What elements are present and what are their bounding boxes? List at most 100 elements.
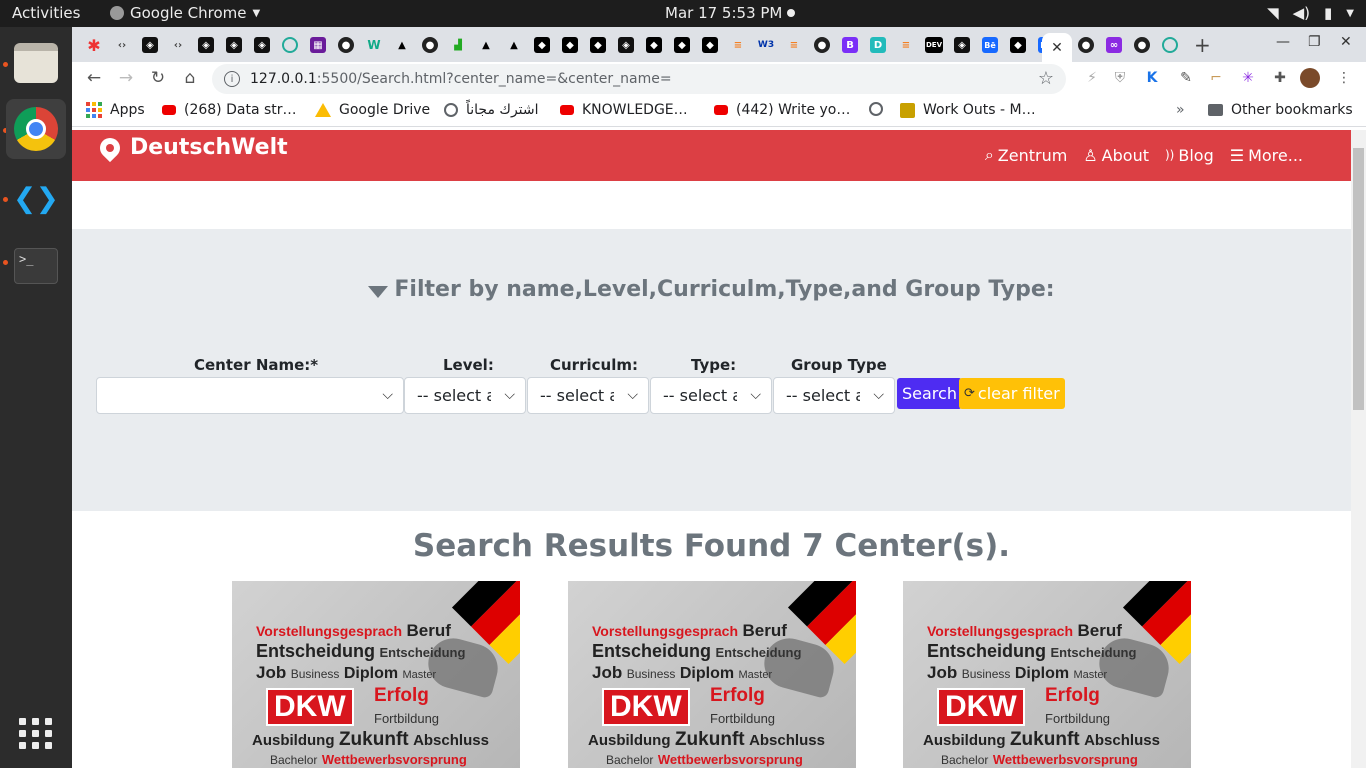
tab[interactable]: B [838,33,862,57]
address-bar[interactable]: i 127.0.0.1:5500/Search.html?center_name… [212,64,1066,94]
bookmark-youtube-write[interactable]: (442) Write yo… [714,102,850,118]
bookmark-google-drive[interactable]: Google Drive [315,102,430,118]
tab[interactable]: D [866,33,890,57]
tab[interactable] [1158,33,1182,57]
k-extension-icon[interactable]: K [1142,68,1162,88]
center-card[interactable]: Vorstellungsgesprach Beruf Entscheidung … [903,581,1191,768]
avatar[interactable] [1300,68,1320,88]
bookmark-apps[interactable]: Apps [86,102,145,118]
files-launcher[interactable] [6,33,66,93]
tab[interactable]: ▲ [474,33,498,57]
center-card[interactable]: Vorstellungsgesprach Beruf Entscheidung … [232,581,520,768]
extension-icon[interactable]: ⚡ [1082,68,1102,88]
back-icon[interactable]: ← [82,67,106,89]
tab[interactable]: ◆ [530,33,554,57]
system-tray[interactable]: ◥ ◀) ▮ ▼ [1267,4,1354,22]
tab[interactable]: ≡ [894,33,918,57]
spacer [72,181,1351,229]
center-card[interactable]: Vorstellungsgesprach Beruf Entscheidung … [568,581,856,768]
bookmark-knowledge[interactable]: KNOWLEDGE… [560,102,688,118]
bookmark-youtube-data[interactable]: (268) Data str… [162,102,297,118]
type-select[interactable]: -- select an ⌵ [650,377,772,414]
page-scrollbar[interactable] [1351,130,1366,768]
chrome-launcher[interactable] [6,99,66,159]
tab[interactable]: ● [810,33,834,57]
select-value: -- select an [417,386,491,405]
tab[interactable]: ◈ [138,33,162,57]
tab[interactable]: ◈ [614,33,638,57]
tab[interactable]: ▲ [390,33,414,57]
forward-icon[interactable]: → [114,67,138,89]
curriculm-select[interactable]: -- select an ⌵ [527,377,649,414]
badge-extension-icon[interactable]: ✳ [1238,68,1258,88]
terminal-launcher[interactable]: >_ [6,236,66,296]
tab[interactable]: ● [418,33,442,57]
eyedropper-icon[interactable]: ✎ [1176,68,1196,88]
puzzle-icon[interactable]: ✚ [1270,68,1290,88]
tab[interactable]: ◆ [1006,33,1030,57]
bookmarks-overflow-icon[interactable]: » [1176,102,1185,118]
tab[interactable]: ◈ [950,33,974,57]
home-icon[interactable]: ⌂ [178,67,202,89]
close-icon[interactable]: ✕ [1051,40,1063,56]
tab[interactable]: ◆ [698,33,722,57]
kebab-menu-icon[interactable]: ⋮ [1334,68,1354,88]
vscode-launcher[interactable]: ❮❯ [6,168,66,228]
tab[interactable] [278,33,302,57]
bookmark-globe[interactable] [869,102,883,116]
tab[interactable]: ◆ [670,33,694,57]
bookmark-other[interactable]: Other bookmarks [1208,102,1353,118]
chevron-down-icon: ⌵ [504,387,515,403]
tab[interactable]: ◈ [194,33,218,57]
tab[interactable]: ≡ [782,33,806,57]
tab[interactable]: DEV [922,33,946,57]
clear-filter-button[interactable]: ⟳ clear filter [959,378,1065,409]
tab[interactable]: ● [334,33,358,57]
tab[interactable]: ◆ [586,33,610,57]
tab[interactable]: W [362,33,386,57]
bookmark-workouts[interactable]: Work Outs - M… [900,102,1036,118]
tab[interactable]: ‹› [110,33,134,57]
tab[interactable]: ◈ [250,33,274,57]
nav-link-zentrum[interactable]: ⌕ Zentrum [985,145,1068,165]
maximize-icon[interactable]: ❐ [1308,34,1321,50]
tab[interactable]: ▲ [502,33,526,57]
tab[interactable]: ◆ [642,33,666,57]
nav-link-blog[interactable]: )) Blog [1165,145,1214,165]
app-menu[interactable]: Google Chrome ▼ [110,4,260,22]
activities-button[interactable]: Activities [12,4,80,22]
new-tab-button[interactable]: + [1194,33,1211,57]
bookmark-star-icon[interactable]: ☆ [1038,68,1054,89]
tab[interactable]: ◆ [558,33,582,57]
tab[interactable]: W3 [754,33,778,57]
tab[interactable]: ◈ [222,33,246,57]
scrollbar-thumb[interactable] [1353,148,1364,410]
tab[interactable]: ▦ [306,33,330,57]
minimize-icon[interactable]: — [1276,34,1290,50]
group-type-select[interactable]: -- select an ⌵ [773,377,895,414]
site-brand[interactable]: DeutschWelt [95,133,288,162]
tab[interactable]: Bē [978,33,1002,57]
show-apps-button[interactable] [6,703,66,763]
tab[interactable]: ∞ [1102,33,1126,57]
tab[interactable]: ● [1074,33,1098,57]
reload-icon[interactable]: ↻ [146,67,170,89]
level-select[interactable]: -- select an ⌵ [404,377,526,414]
nav-link-about[interactable]: ♙ About [1083,145,1149,165]
ruler-icon[interactable]: ⌐ [1206,68,1226,88]
tab[interactable]: ● [1130,33,1154,57]
tab-active[interactable]: ✕ [1042,33,1072,62]
center-name-select[interactable]: ⌵ [96,377,404,414]
bookmark-arabic[interactable]: اشترك مجاناً [444,102,539,118]
tab[interactable]: ✱ [82,33,106,57]
shield-icon[interactable]: ⛨ [1110,68,1130,88]
url-path: :5500/Search.html?center_name=&center_na… [316,71,672,87]
window-close-icon[interactable]: ✕ [1340,34,1352,50]
search-button[interactable]: Search [897,378,962,409]
tab[interactable]: ‹› [166,33,190,57]
clock[interactable]: Mar 17 5:53 PM [665,4,782,22]
nav-link-more[interactable]: ☰ More... [1230,145,1303,165]
tab[interactable]: ≡ [726,33,750,57]
info-icon[interactable]: i [224,71,240,87]
tab[interactable]: ▟ [446,33,470,57]
